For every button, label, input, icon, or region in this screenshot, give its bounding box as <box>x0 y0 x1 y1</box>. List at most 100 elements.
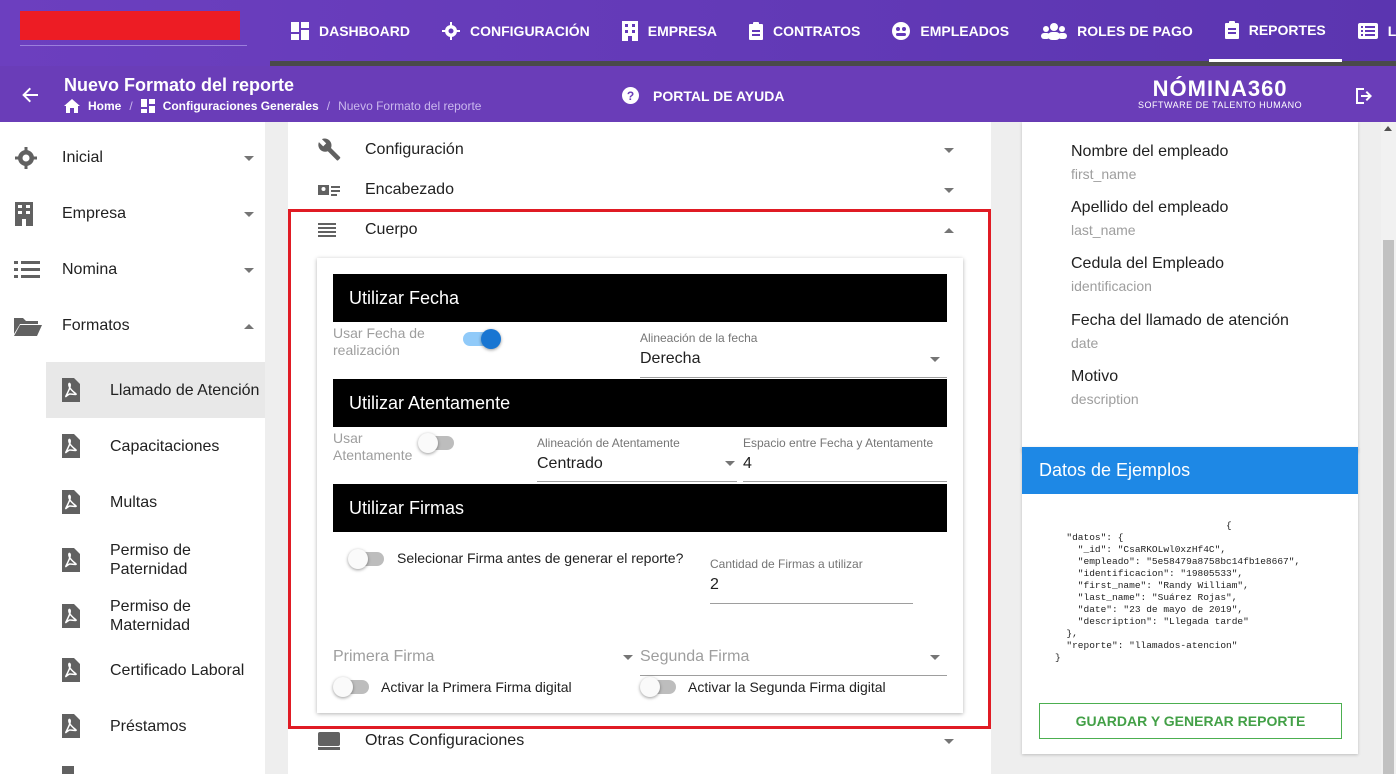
folder-open-icon <box>14 318 42 336</box>
nav-liquidaciones[interactable]: LIQU <box>1342 0 1396 62</box>
pdf-file-icon <box>62 766 74 774</box>
id-card-icon <box>318 185 340 196</box>
nav-roles-de-pago[interactable]: ROLES DE PAGO <box>1025 0 1209 62</box>
variable-name: Apellido del empleado <box>1071 199 1229 216</box>
clipboard-list-icon <box>1224 20 1239 39</box>
home-icon <box>64 99 80 113</box>
chevron-down-icon <box>244 267 254 273</box>
pdf-file-icon <box>62 434 80 458</box>
sidebar-item-empresa[interactable]: Empresa <box>0 190 265 238</box>
brand-name: NÓMINA360 <box>1152 76 1288 101</box>
section-label: Encabezado <box>365 181 454 198</box>
scrollbar-thumb[interactable] <box>1383 240 1394 774</box>
nav-label: LIQU <box>1387 23 1396 39</box>
chevron-down-icon <box>944 187 954 193</box>
variable-item[interactable]: Apellido del empleado last_name <box>1071 199 1228 238</box>
sidebar-subitem-multas[interactable]: Multas <box>46 480 265 524</box>
variable-key: date <box>1071 335 1099 351</box>
examples-title: Datos de Ejemplos <box>1022 447 1358 494</box>
list-icon <box>1357 23 1378 39</box>
pdf-file-icon <box>62 604 80 628</box>
variable-item[interactable]: Cedula del Empleado identificacion <box>1071 255 1224 294</box>
sidebar-subitem-maternidad[interactable]: Permiso de Maternidad <box>46 594 265 638</box>
variable-key: last_name <box>1071 222 1136 238</box>
employees-icon <box>892 22 911 40</box>
variable-item[interactable]: Motivo description <box>1071 368 1139 407</box>
nav-empresa[interactable]: EMPRESA <box>606 0 733 62</box>
sidebar-subitem-label: Permiso de Paternidad <box>110 542 191 578</box>
sidebar-item-label: Nomina <box>62 261 118 278</box>
variable-item[interactable]: Fecha del llamado de atención date <box>1071 312 1289 351</box>
pdf-file-icon <box>62 378 80 402</box>
variable-item[interactable]: Nombre del empleado first_name <box>1071 143 1228 182</box>
keyboard-icon <box>318 732 340 750</box>
help-icon: ? <box>622 87 639 104</box>
brand-logo: NÓMINA360 SOFTWARE DE TALENTO HUMANO <box>1138 76 1303 111</box>
building-icon <box>621 21 638 41</box>
nav-configuracion[interactable]: CONFIGURACIÓN <box>426 0 606 62</box>
nav-dashboard[interactable]: DASHBOARD <box>275 0 426 62</box>
variable-key: identificacion <box>1071 278 1152 294</box>
back-arrow-icon[interactable] <box>20 84 42 106</box>
sidebar-item-nomina[interactable]: Nomina <box>0 246 265 294</box>
breadcrumb-separator: / <box>326 99 331 113</box>
company-logo[interactable] <box>20 11 240 40</box>
nav-reportes[interactable]: REPORTES <box>1208 0 1342 62</box>
nav-label: CONTRATOS <box>773 23 861 39</box>
gear-icon <box>15 147 37 169</box>
sidebar-item-label: Empresa <box>62 205 127 222</box>
list-icon <box>14 261 40 278</box>
section-encabezado[interactable]: Encabezado <box>288 170 991 210</box>
sidebar-item-formatos[interactable]: Formatos <box>0 302 265 350</box>
pdf-file-icon <box>62 548 80 572</box>
sidebar-subitem-capacitaciones[interactable]: Capacitaciones <box>46 424 265 468</box>
chevron-down-icon <box>944 738 954 744</box>
main-nav: DASHBOARD CONFIGURACIÓN EMPRESA CONTRATO… <box>275 0 1396 62</box>
variable-name: Cedula del Empleado <box>1071 255 1224 272</box>
sidebar-subitem-certificado[interactable]: Certificado Laboral <box>46 648 265 692</box>
sidebar-subitem-label: Permiso de Maternidad <box>110 598 191 634</box>
pdf-file-icon <box>62 714 80 738</box>
logout-icon[interactable] <box>1354 86 1376 106</box>
variable-key: first_name <box>1071 166 1137 182</box>
scroll-up-icon[interactable] <box>1384 126 1392 131</box>
nav-label: EMPRESA <box>647 23 718 39</box>
chevron-down-icon <box>244 211 254 217</box>
save-generate-button[interactable]: GUARDAR Y GENERAR REPORTE <box>1039 703 1342 739</box>
nav-label: ROLES DE PAGO <box>1077 23 1193 39</box>
sidebar-item-label: Inicial <box>62 149 103 166</box>
breadcrumb-configuraciones[interactable]: Configuraciones Generales <box>163 99 319 113</box>
breadcrumb-home[interactable]: Home <box>88 99 121 113</box>
variable-name: Motivo <box>1071 368 1119 385</box>
section-configuracion[interactable]: Configuración <box>288 130 991 170</box>
examples-json: { "datos": { "_id": "CsaRKOLwl0xzHf4C", … <box>1055 520 1301 663</box>
help-portal-link[interactable]: ? PORTAL DE AYUDA <box>622 87 784 104</box>
sidebar-subitem-label: Capacitaciones <box>110 437 220 455</box>
breadcrumb: Home / Configuraciones Generales / Nuevo… <box>64 99 481 113</box>
chevron-up-icon <box>244 323 254 329</box>
chevron-down-icon <box>944 147 954 153</box>
section-otras-configuraciones[interactable]: Otras Configuraciones <box>288 721 991 761</box>
svg-text:?: ? <box>627 89 634 103</box>
sidebar-subitem-paternidad[interactable]: Permiso de Paternidad <box>46 538 265 582</box>
variable-key: description <box>1071 391 1139 407</box>
help-label: PORTAL DE AYUDA <box>653 87 785 104</box>
sidebar-item-inicial[interactable]: Inicial <box>0 134 265 182</box>
clipboard-icon <box>749 22 764 40</box>
nav-empleados[interactable]: EMPLEADOS <box>876 0 1025 62</box>
sidebar-subitem-label: Certificado Laboral <box>110 661 245 679</box>
users-icon <box>1041 23 1068 40</box>
sidebar-subitem-llamado[interactable]: Llamado de Atención <box>46 362 265 418</box>
variable-name: Fecha del llamado de atención <box>1071 312 1289 329</box>
scrollbar[interactable] <box>1381 122 1396 774</box>
nav-contratos[interactable]: CONTRATOS <box>733 0 876 62</box>
nav-label: EMPLEADOS <box>920 23 1010 39</box>
sidebar-subitem-prestamos[interactable]: Préstamos <box>46 704 265 748</box>
highlight-box <box>288 209 991 729</box>
gear-icon <box>442 22 460 40</box>
nav-label: DASHBOARD <box>319 23 410 39</box>
breadcrumb-separator: / <box>129 99 133 113</box>
nav-label: CONFIGURACIÓN <box>470 23 590 39</box>
logo-divider <box>20 45 247 46</box>
brand-tagline: SOFTWARE DE TALENTO HUMANO <box>1138 100 1303 110</box>
